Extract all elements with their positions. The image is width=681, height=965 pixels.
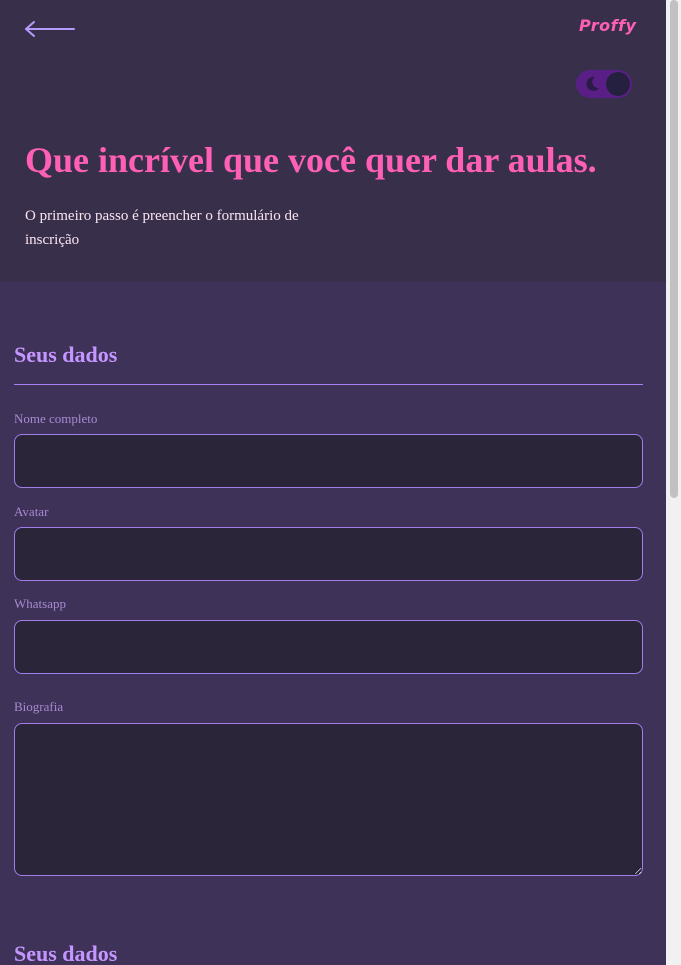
section-divider: [14, 384, 643, 385]
name-label: Nome completo: [14, 411, 98, 426]
moon-icon: [586, 76, 599, 91]
toggle-knob: [606, 72, 630, 96]
bio-textarea[interactable]: [14, 723, 643, 876]
name-input[interactable]: [14, 434, 643, 488]
whatsapp-input[interactable]: [14, 620, 643, 674]
whatsapp-label: Whatsapp: [14, 596, 66, 611]
scrollbar-thumb[interactable]: [670, 0, 678, 498]
back-button[interactable]: [22, 18, 78, 40]
arrow-left-icon: [25, 21, 75, 37]
page: Proffy Que incrível que você quer dar au…: [0, 0, 666, 965]
avatar-label: Avatar: [14, 504, 49, 519]
page-title: Que incrível que você quer dar aulas.: [25, 140, 597, 180]
page-subtitle: O primeiro passo é preencher o formulári…: [25, 208, 299, 248]
avatar-input[interactable]: [14, 527, 643, 581]
section-title: Seus dados: [14, 941, 118, 965]
bio-label: Biografia: [14, 699, 64, 714]
section-title: Seus dados: [14, 342, 118, 367]
brand-logo[interactable]: Proffy: [579, 16, 636, 35]
page-header: Proffy Que incrível que você quer dar au…: [0, 0, 666, 282]
theme-toggle[interactable]: [576, 70, 632, 98]
